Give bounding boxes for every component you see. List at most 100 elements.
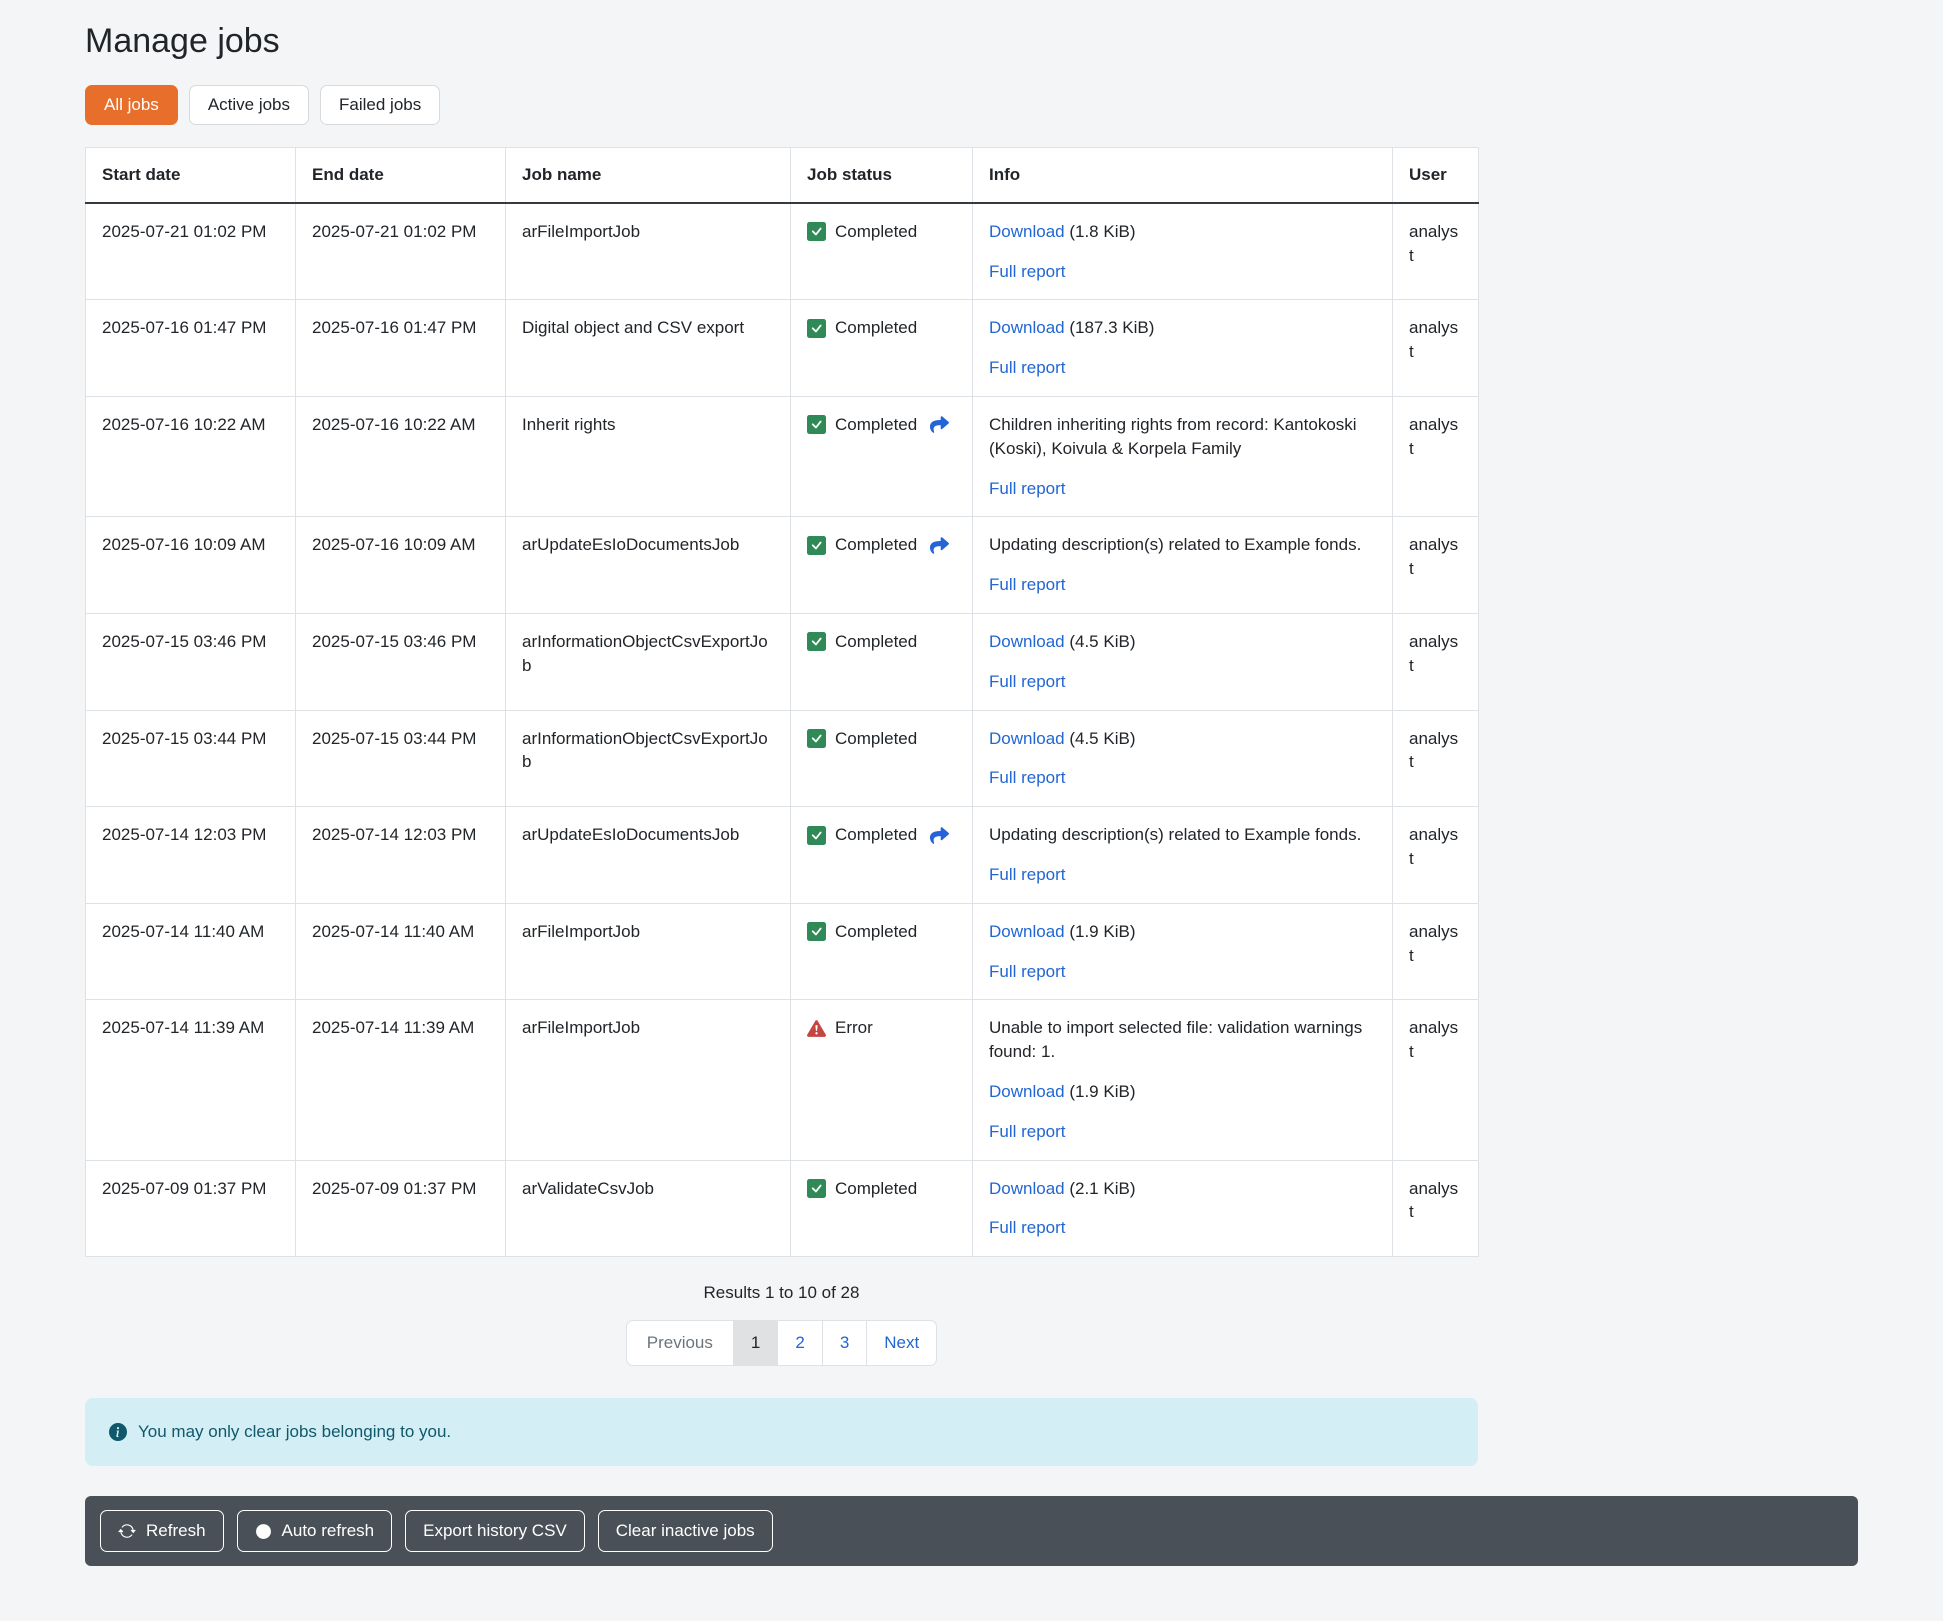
check-square-icon: [807, 222, 826, 241]
download-link[interactable]: Download: [989, 729, 1065, 748]
full-report-link[interactable]: Full report: [989, 1218, 1066, 1237]
download-link[interactable]: Download: [989, 1179, 1065, 1198]
job-name-cell: arFileImportJob: [506, 1000, 791, 1160]
col-header-end-date: End date: [296, 148, 506, 203]
job-status-cell: Completed: [791, 613, 973, 710]
download-size: (1.8 KiB): [1069, 222, 1135, 241]
info-message: Updating description(s) related to Examp…: [989, 533, 1376, 557]
download-size: (4.5 KiB): [1069, 632, 1135, 651]
end-date-cell: 2025-07-14 11:40 AM: [296, 903, 506, 1000]
end-date-cell: 2025-07-15 03:46 PM: [296, 613, 506, 710]
full-report-link[interactable]: Full report: [989, 479, 1066, 498]
check-square-icon: [807, 632, 826, 651]
auto-refresh-button-label: Auto refresh: [282, 1521, 375, 1541]
check-square-icon: [807, 729, 826, 748]
info-cell: Download (1.8 KiB) Full report: [973, 203, 1393, 300]
full-report-link[interactable]: Full report: [989, 575, 1066, 594]
start-date-cell: 2025-07-14 12:03 PM: [86, 807, 296, 904]
status-label: Error: [835, 1016, 873, 1040]
info-message: Children inheriting rights from record: …: [989, 413, 1376, 461]
status-label: Completed: [835, 823, 917, 847]
filter-failed-jobs-button[interactable]: Failed jobs: [320, 85, 440, 125]
user-cell: analyst: [1393, 1160, 1479, 1257]
pagination-next[interactable]: Next: [866, 1321, 936, 1365]
download-link[interactable]: Download: [989, 222, 1065, 241]
end-date-cell: 2025-07-16 01:47 PM: [296, 300, 506, 397]
full-report-link[interactable]: Full report: [989, 865, 1066, 884]
info-cell: Download (4.5 KiB) Full report: [973, 710, 1393, 807]
user-cell: analyst: [1393, 1000, 1479, 1160]
check-square-icon: [807, 1179, 826, 1198]
full-report-link[interactable]: Full report: [989, 1122, 1066, 1141]
download-link[interactable]: Download: [989, 318, 1065, 337]
status-label: Completed: [835, 1177, 917, 1201]
page-title: Manage jobs: [85, 22, 1858, 61]
end-date-cell: 2025-07-16 10:22 AM: [296, 396, 506, 516]
share-arrow-icon: [929, 536, 950, 555]
info-alert: You may only clear jobs belonging to you…: [85, 1398, 1478, 1466]
user-cell: analyst: [1393, 613, 1479, 710]
pagination-page-1[interactable]: 1: [733, 1321, 777, 1365]
export-history-csv-button[interactable]: Export history CSV: [405, 1510, 585, 1552]
check-square-icon: [807, 922, 826, 941]
check-square-icon: [807, 536, 826, 555]
start-date-cell: 2025-07-09 01:37 PM: [86, 1160, 296, 1257]
table-row: 2025-07-16 10:09 AM 2025-07-16 10:09 AM …: [86, 517, 1479, 614]
actions-bar: Refresh Auto refresh Export history CSV …: [85, 1496, 1858, 1566]
refresh-icon: [118, 1522, 136, 1540]
end-date-cell: 2025-07-09 01:37 PM: [296, 1160, 506, 1257]
job-name-cell: arFileImportJob: [506, 203, 791, 300]
user-cell: analyst: [1393, 517, 1479, 614]
full-report-link[interactable]: Full report: [989, 262, 1066, 281]
job-name-cell: arInformationObjectCsvExportJob: [506, 710, 791, 807]
info-cell: Children inheriting rights from record: …: [973, 396, 1393, 516]
table-row: 2025-07-21 01:02 PM 2025-07-21 01:02 PM …: [86, 203, 1479, 300]
refresh-button[interactable]: Refresh: [100, 1510, 224, 1552]
pagination-page-3[interactable]: 3: [822, 1321, 866, 1365]
download-link[interactable]: Download: [989, 922, 1065, 941]
alert-text: You may only clear jobs belonging to you…: [138, 1422, 451, 1442]
filter-all-jobs-button[interactable]: All jobs: [85, 85, 178, 125]
status-label: Completed: [835, 220, 917, 244]
pagination: Previous 1 2 3 Next: [626, 1320, 938, 1366]
exclamation-triangle-icon: [807, 1019, 826, 1038]
download-size: (1.9 KiB): [1069, 922, 1135, 941]
table-row: 2025-07-14 11:39 AM 2025-07-14 11:39 AM …: [86, 1000, 1479, 1160]
download-size: (2.1 KiB): [1069, 1179, 1135, 1198]
job-name-cell: arValidateCsvJob: [506, 1160, 791, 1257]
info-cell: Download (2.1 KiB) Full report: [973, 1160, 1393, 1257]
start-date-cell: 2025-07-15 03:44 PM: [86, 710, 296, 807]
user-cell: analyst: [1393, 807, 1479, 904]
table-row: 2025-07-14 12:03 PM 2025-07-14 12:03 PM …: [86, 807, 1479, 904]
download-link[interactable]: Download: [989, 632, 1065, 651]
full-report-link[interactable]: Full report: [989, 768, 1066, 787]
job-status-cell: Completed: [791, 517, 973, 614]
download-link[interactable]: Download: [989, 1082, 1065, 1101]
full-report-link[interactable]: Full report: [989, 358, 1066, 377]
table-row: 2025-07-15 03:44 PM 2025-07-15 03:44 PM …: [86, 710, 1479, 807]
status-label: Completed: [835, 413, 917, 437]
filter-active-jobs-button[interactable]: Active jobs: [189, 85, 309, 125]
manage-jobs-page: Manage jobs All jobs Active jobs Failed …: [0, 0, 1943, 1621]
clear-inactive-jobs-button[interactable]: Clear inactive jobs: [598, 1510, 773, 1552]
check-square-icon: [807, 319, 826, 338]
job-filters: All jobs Active jobs Failed jobs: [85, 85, 1858, 125]
info-circle-icon: [109, 1423, 127, 1441]
start-date-cell: 2025-07-16 10:22 AM: [86, 396, 296, 516]
user-cell: analyst: [1393, 396, 1479, 516]
job-name-cell: arFileImportJob: [506, 903, 791, 1000]
start-date-cell: 2025-07-16 10:09 AM: [86, 517, 296, 614]
auto-refresh-button[interactable]: Auto refresh: [237, 1510, 393, 1552]
full-report-link[interactable]: Full report: [989, 962, 1066, 981]
full-report-link[interactable]: Full report: [989, 672, 1066, 691]
circle-icon: [255, 1523, 272, 1540]
table-header-row: Start date End date Job name Job status …: [86, 148, 1479, 203]
end-date-cell: 2025-07-21 01:02 PM: [296, 203, 506, 300]
start-date-cell: 2025-07-21 01:02 PM: [86, 203, 296, 300]
pagination-page-2[interactable]: 2: [777, 1321, 821, 1365]
status-label: Completed: [835, 920, 917, 944]
job-status-cell: Completed: [791, 300, 973, 397]
pagination-previous[interactable]: Previous: [627, 1321, 733, 1365]
info-message: Unable to import selected file: validati…: [989, 1016, 1376, 1064]
job-name-cell: arInformationObjectCsvExportJob: [506, 613, 791, 710]
